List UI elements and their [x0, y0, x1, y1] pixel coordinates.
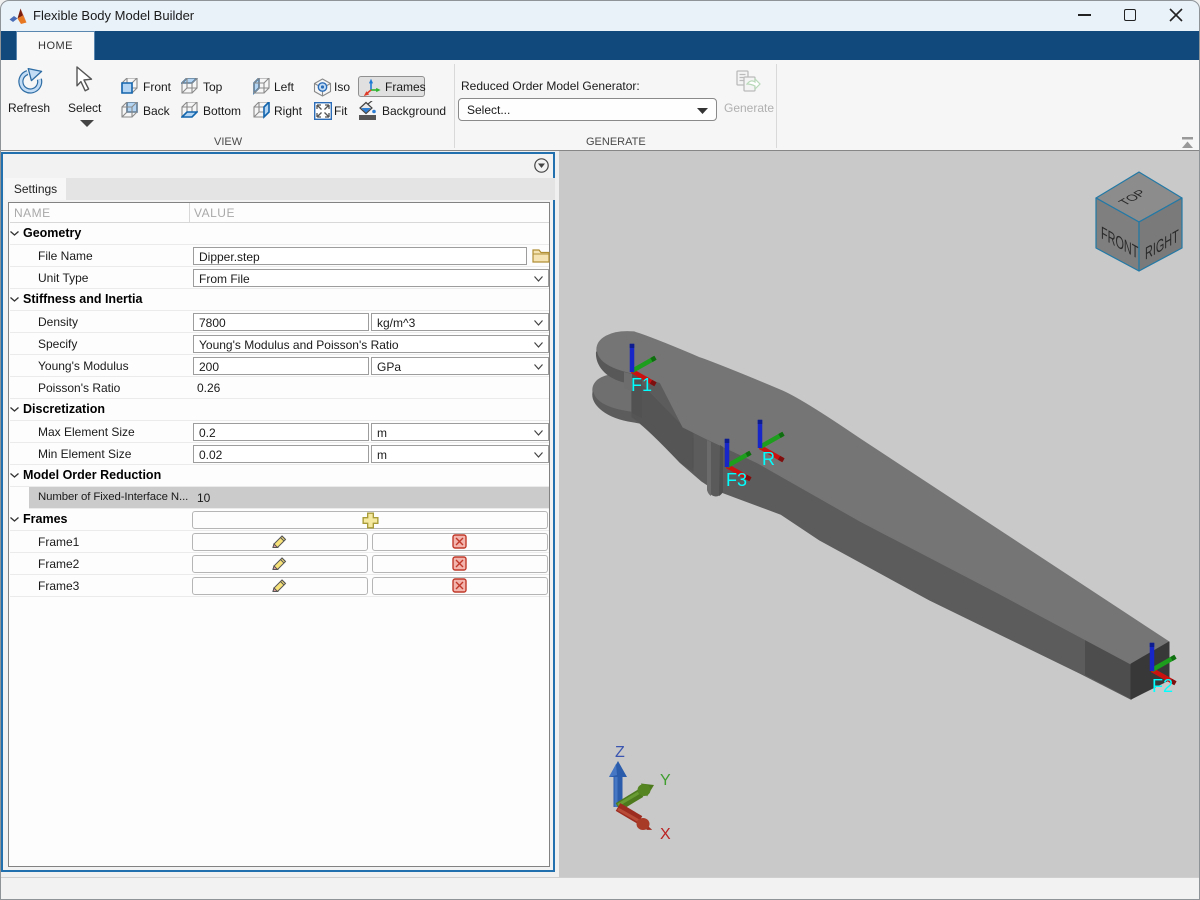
svg-text:F2: F2	[1152, 676, 1173, 696]
svg-text:Y: Y	[660, 772, 671, 789]
svg-text:R: R	[762, 449, 775, 469]
svg-text:F1: F1	[631, 375, 652, 395]
svg-text:Z: Z	[615, 744, 625, 761]
svg-text:F3: F3	[726, 470, 747, 490]
svg-text:X: X	[660, 826, 671, 843]
